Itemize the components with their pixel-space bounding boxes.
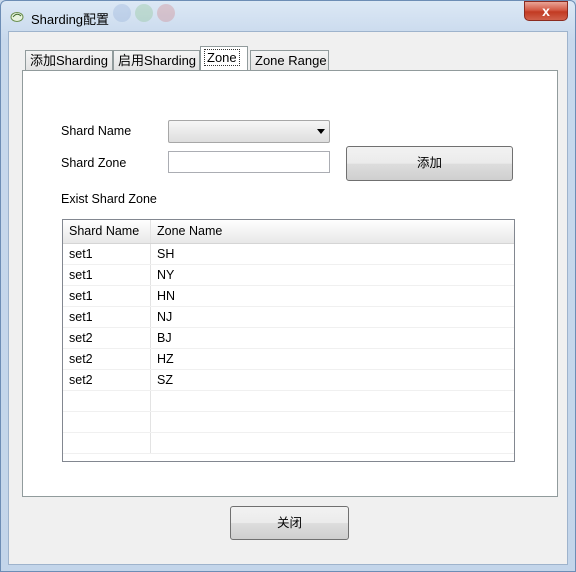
cell-shard-name: set1 xyxy=(63,265,151,285)
empty-cell xyxy=(63,391,151,411)
tab-label: 启用Sharding xyxy=(118,53,197,68)
app-icon xyxy=(10,12,24,22)
cell-shard-name: set1 xyxy=(63,307,151,327)
empty-table-row xyxy=(63,412,514,433)
table-row[interactable]: set2 BJ xyxy=(63,328,514,349)
table-row[interactable]: set2 HZ xyxy=(63,349,514,370)
window: Sharding配置 x 添加Sharding 启用Sharding Zone … xyxy=(0,0,576,572)
close-button[interactable]: 关闭 xyxy=(230,506,349,540)
cell-zone-name: SH xyxy=(157,247,175,261)
shard-name-select[interactable] xyxy=(168,120,330,143)
title-bar[interactable]: Sharding配置 x xyxy=(1,1,575,31)
cell-zone-name: HN xyxy=(157,289,176,303)
tab-zone[interactable]: Zone xyxy=(200,46,248,72)
cell-shard-name: set1 xyxy=(63,286,151,306)
table-row[interactable]: set1 NJ xyxy=(63,307,514,328)
blurred-toolbar-icons xyxy=(113,4,183,26)
tab-enable-sharding[interactable]: 启用Sharding xyxy=(113,50,200,71)
tab-label: 添加Sharding xyxy=(30,53,109,68)
cell-shard-name: set1 xyxy=(63,244,151,264)
table-row[interactable]: set2 SZ xyxy=(63,370,514,391)
empty-cell xyxy=(63,412,151,432)
close-button-label: 关闭 xyxy=(276,516,302,530)
exist-shard-zone-label: Exist Shard Zone xyxy=(61,192,157,206)
empty-table-row xyxy=(63,391,514,412)
table-row[interactable]: set1 SH xyxy=(63,244,514,265)
cell-zone-name: NJ xyxy=(157,310,173,324)
cell-shard-name: set2 xyxy=(63,328,151,348)
shard-zone-label: Shard Zone xyxy=(61,156,127,170)
empty-cell xyxy=(151,433,514,453)
cell-zone-name: NY xyxy=(157,268,175,282)
tab-add-sharding[interactable]: 添加Sharding xyxy=(25,50,113,71)
table-header: Shard Name Zone Name xyxy=(63,220,514,244)
shard-name-label: Shard Name xyxy=(61,124,132,138)
table-row[interactable]: set1 HN xyxy=(63,286,514,307)
add-button-label: 添加 xyxy=(416,156,442,170)
add-button[interactable]: 添加 xyxy=(346,146,513,181)
table-row[interactable]: set1 NY xyxy=(63,265,514,286)
tab-label: Zone xyxy=(204,49,240,66)
tab-label: Zone Range xyxy=(255,53,327,68)
window-close-button[interactable]: x xyxy=(524,1,568,21)
column-header-shard-name[interactable]: Shard Name xyxy=(63,220,151,243)
empty-table-row xyxy=(63,433,514,454)
shard-zone-input[interactable] xyxy=(168,151,330,173)
close-icon: x xyxy=(542,3,550,19)
cell-zone-name: BJ xyxy=(157,331,172,345)
zone-tab-panel: Shard Name Shard Zone 添加 Exist Shard Zon… xyxy=(22,70,558,497)
cell-shard-name: set2 xyxy=(63,370,151,390)
empty-cell xyxy=(63,433,151,453)
column-header-zone-name[interactable]: Zone Name xyxy=(151,220,514,243)
cell-shard-name: set2 xyxy=(63,349,151,369)
cell-zone-name: HZ xyxy=(157,352,174,366)
dialog-client-area: 添加Sharding 启用Sharding Zone Zone Range Sh… xyxy=(8,31,568,565)
chevron-down-icon xyxy=(317,129,325,134)
cell-zone-name: SZ xyxy=(157,373,173,387)
empty-cell xyxy=(151,391,514,411)
shard-zone-table[interactable]: Shard Name Zone Name set1 SH set1 NY set… xyxy=(62,219,515,462)
window-title: Sharding配置 xyxy=(31,12,110,27)
empty-cell xyxy=(151,412,514,432)
tab-zone-range[interactable]: Zone Range xyxy=(250,50,329,71)
